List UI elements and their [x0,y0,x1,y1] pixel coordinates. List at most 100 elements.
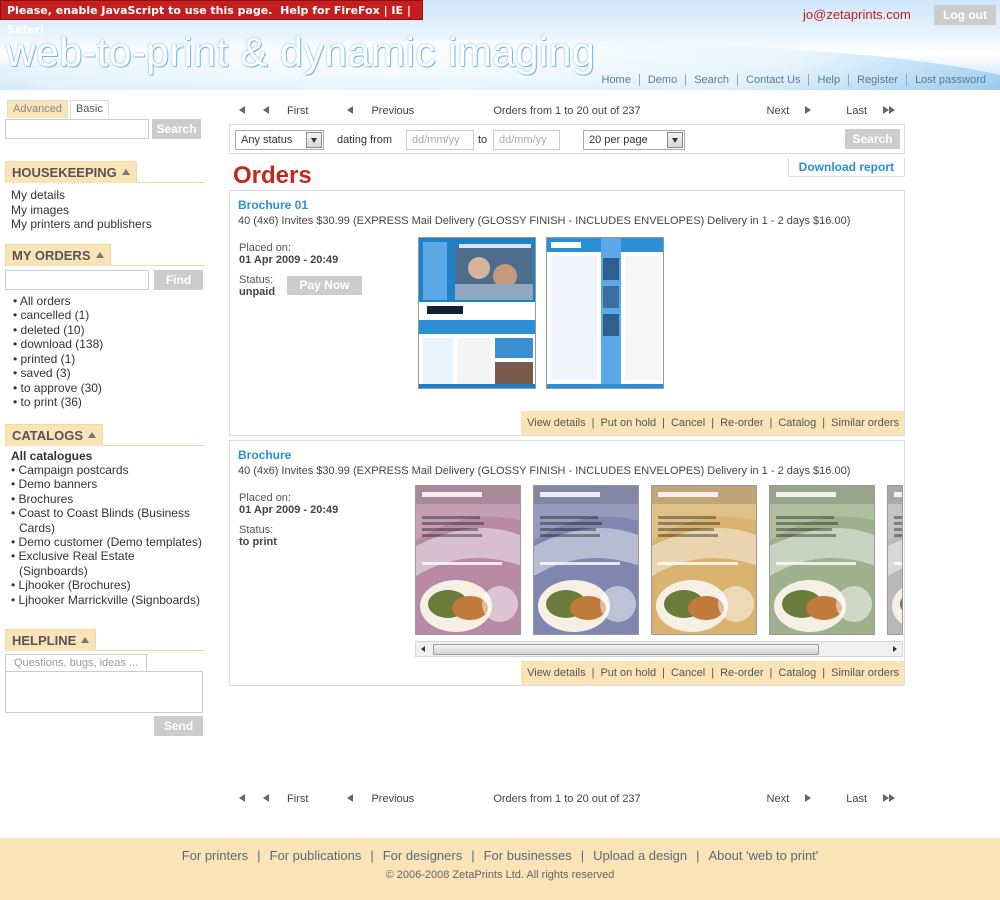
restaurant-menu-thumbnail[interactable] [769,485,875,635]
brochure-front-thumbnail[interactable] [418,237,536,389]
action-separator: | [591,417,595,429]
nav-register[interactable]: Register [848,74,906,86]
view-details-link[interactable]: View details [527,417,586,429]
orders-find-button[interactable]: Find [154,269,203,290]
status-value: to print [239,536,277,548]
catalog-item[interactable]: Exclusive Real Estate (Signboards) [11,549,205,578]
nav-demo[interactable]: Demo [638,74,685,86]
orders-find-input[interactable] [5,269,149,290]
housekeeping-title: HOUSEKEEPING [12,165,117,180]
logout-button[interactable]: Log out [934,5,996,25]
order-filter-download[interactable]: download (138) [13,337,205,352]
footer-separator: | [696,848,700,863]
catalog-all[interactable]: All catalogues [11,449,205,463]
re-order-link[interactable]: Re-order [720,667,763,679]
scrollbar-thumb[interactable] [433,644,819,655]
catalog-item[interactable]: Campaign postcards [11,463,205,477]
dating-from-label: dating from [337,134,393,146]
view-details-link[interactable]: View details [527,667,586,679]
footer-link-publications[interactable]: For publications [270,848,362,863]
order-filter-to-approve[interactable]: to approve (30) [13,381,205,396]
catalog-link[interactable]: Catalog [778,667,816,679]
footer-link-printers[interactable]: For printers [182,848,248,863]
cancel-link[interactable]: Cancel [671,417,705,429]
scroll-right-icon[interactable] [893,646,897,652]
nav-search[interactable]: Search [685,74,737,86]
collapse-arrow-icon [95,251,104,258]
date-to-input[interactable]: dd/mm/yy [493,130,560,150]
tab-advanced[interactable]: Advanced [7,100,68,118]
footer-separator: | [257,848,261,863]
restaurant-menu-thumbnail[interactable] [651,485,757,635]
pager-last[interactable]: Last [830,105,895,117]
footer-link-businesses[interactable]: For businesses [484,848,572,863]
nav-contact-us[interactable]: Contact Us [737,74,808,86]
status-select-value: Any status [241,134,293,146]
site-logo[interactable]: web-to-print & dynamic imaging [6,29,595,76]
order-name-link[interactable]: Brochure [238,448,291,462]
similar-orders-link[interactable]: Similar orders [831,667,899,679]
status-select[interactable]: Any status [235,130,324,150]
catalog-item[interactable]: Ljhooker Marrickville (Signboards) [11,593,205,607]
footer-link-about[interactable]: About 'web to print' [709,848,819,863]
thumbnail-scrollbar[interactable] [415,641,903,657]
pager-last[interactable]: Last [830,793,895,805]
nav-lost-password[interactable]: Lost password [906,74,994,86]
order-filter-cancelled[interactable]: cancelled (1) [13,308,205,323]
put-on-hold-link[interactable]: Put on hold [600,417,656,429]
housekeeping-toggle[interactable]: HOUSEKEEPING [5,161,137,183]
per-page-select[interactable]: 20 per page [583,130,685,150]
pay-now-button[interactable]: Pay Now [287,276,362,295]
date-from-input[interactable]: dd/mm/yy [406,130,474,150]
catalog-item[interactable]: Coast to Coast Blinds (Business Cards) [11,506,205,535]
re-order-link[interactable]: Re-order [720,417,763,429]
catalogs-toggle[interactable]: CATALOGS [5,423,104,446]
sidebar-search-button[interactable]: Search [152,119,201,139]
cancel-link[interactable]: Cancel [671,667,705,679]
my-orders-toggle[interactable]: MY ORDERS [5,243,111,266]
tab-basic[interactable]: Basic [69,100,109,118]
link-my-details[interactable]: My details [11,188,205,203]
similar-orders-link[interactable]: Similar orders [831,417,899,429]
site-header: Please, enable JavaScript to use this pa… [0,0,1000,90]
order-name-link[interactable]: Brochure 01 [238,198,308,212]
order-filter-deleted[interactable]: deleted (10) [13,323,205,338]
pager-last-label: Last [846,793,867,805]
footer-link-designers[interactable]: For designers [383,848,462,863]
pager-bottom: First Previous Orders from 1 to 20 out o… [229,788,905,810]
link-my-printers[interactable]: My printers and publishers [11,217,205,232]
catalog-item[interactable]: Ljhooker (Brochures) [11,578,205,592]
helpline-toggle[interactable]: HELPLINE [5,628,97,651]
order-filter-to-print[interactable]: to print (36) [13,395,205,410]
put-on-hold-link[interactable]: Put on hold [600,667,656,679]
footer-separator: | [471,848,475,863]
filter-search-button[interactable]: Search [845,129,900,149]
catalog-item[interactable]: Demo banners [11,477,205,491]
catalog-item[interactable]: Brochures [11,492,205,506]
restaurant-menu-thumbnail[interactable] [533,485,639,635]
order-filter-saved[interactable]: saved (3) [13,366,205,381]
orders-title-row: Orders Download report [229,158,905,190]
pager-next[interactable]: Next [751,793,812,805]
restaurant-menu-thumbnail[interactable] [415,485,521,635]
order-filter-printed[interactable]: printed (1) [13,352,205,367]
brochure-back-thumbnail[interactable] [546,237,664,389]
nav-home[interactable]: Home [594,74,639,86]
restaurant-menu-thumbnail[interactable] [887,485,903,635]
download-report-link[interactable]: Download report [787,158,905,177]
link-my-images[interactable]: My images [11,203,205,218]
user-email-link[interactable]: jo@zetaprints.com [803,7,911,22]
nav-help[interactable]: Help [808,74,848,86]
catalog-link[interactable]: Catalog [778,417,816,429]
order-filter-all[interactable]: All orders [13,294,205,309]
helpline-send-button[interactable]: Send [154,715,203,736]
helpline-placeholder: Questions, bugs, ideas ... [5,653,148,671]
catalog-item[interactable]: Demo customer (Demo templates) [11,535,205,549]
sidebar-search-input[interactable] [5,119,149,139]
status-label: Status: [239,524,274,536]
pager-next[interactable]: Next [751,105,812,117]
helpline-textarea[interactable] [5,670,203,713]
scroll-left-icon[interactable] [421,646,425,652]
footer-link-upload[interactable]: Upload a design [593,848,687,863]
pager-next-label: Next [766,105,790,117]
